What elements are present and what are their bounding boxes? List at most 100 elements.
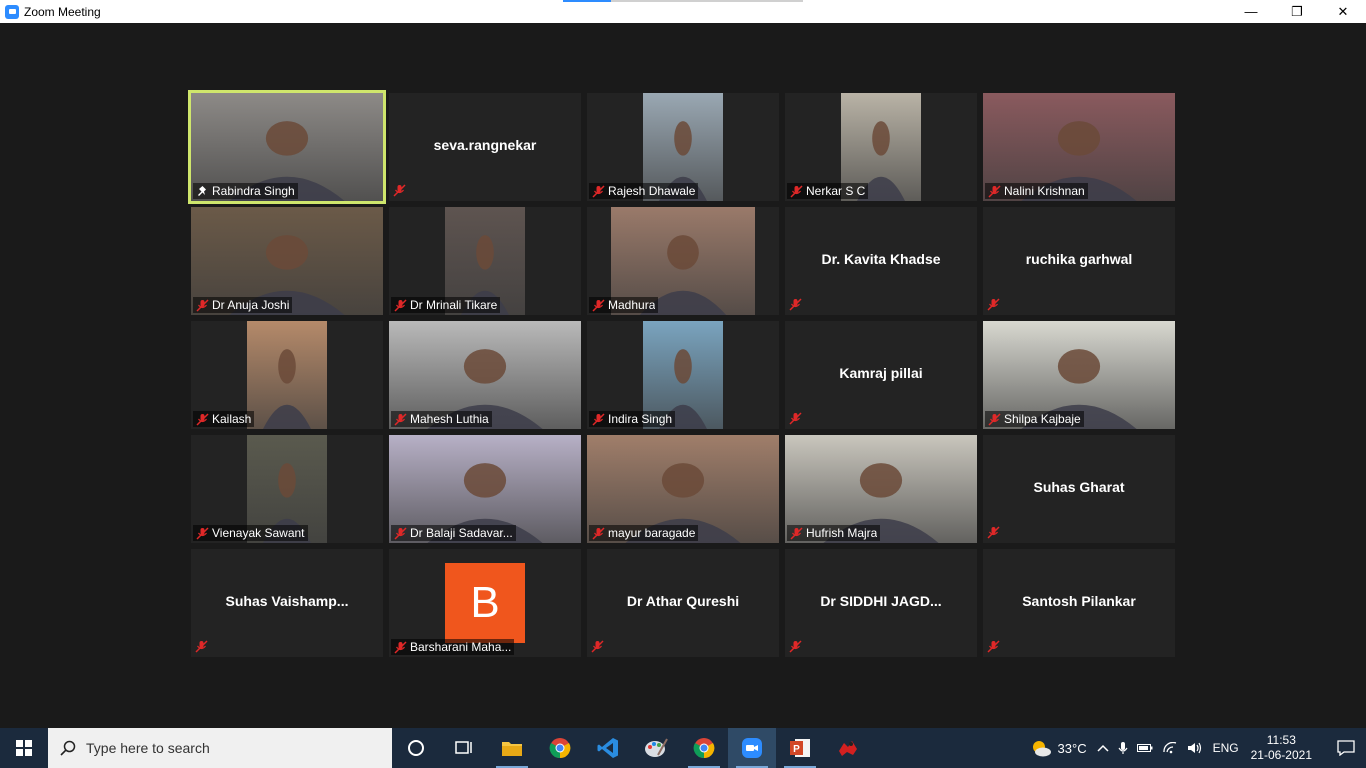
participant-name: Hufrish Majra xyxy=(806,526,878,540)
participant-tile[interactable]: Dr Anuja Joshi xyxy=(191,207,383,315)
participant-tile[interactable]: Nalini Krishnan xyxy=(983,93,1175,201)
participant-name-bar: Barsharani Maha... xyxy=(391,639,515,655)
zoom-icon xyxy=(742,738,762,758)
participant-tile[interactable]: Madhura xyxy=(587,207,779,315)
clock-time: 11:53 xyxy=(1266,733,1296,747)
taskbar-chrome[interactable] xyxy=(536,728,584,768)
paint-icon xyxy=(645,738,668,757)
participant-name-bar: Hufrish Majra xyxy=(787,525,881,541)
start-button[interactable] xyxy=(0,728,48,768)
participant-name-bar: Dr Anuja Joshi xyxy=(193,297,293,313)
participant-tile[interactable]: Kamraj pillai xyxy=(785,321,977,429)
taskbar-zoom[interactable] xyxy=(728,728,776,768)
participant-name-bar: Dr Balaji Sadavar... xyxy=(391,525,516,541)
participant-tile[interactable]: mayur baragade xyxy=(587,435,779,543)
participant-tile[interactable]: Indira Singh xyxy=(587,321,779,429)
muted-mic-icon xyxy=(591,640,604,653)
wifi-icon[interactable] xyxy=(1162,742,1178,754)
participant-name: Barsharani Maha... xyxy=(410,640,512,654)
participant-tile[interactable]: B Barsharani Maha... xyxy=(389,549,581,657)
battery-icon[interactable] xyxy=(1136,743,1153,753)
participant-tile[interactable]: Nerkar S C xyxy=(785,93,977,201)
participant-name: Dr Athar Qureshi xyxy=(626,593,740,609)
task-view-button[interactable] xyxy=(440,728,488,768)
clock[interactable]: 11:53 21-06-2021 xyxy=(1251,733,1312,763)
input-language[interactable]: ENG xyxy=(1213,741,1239,755)
notification-icon xyxy=(1337,740,1355,756)
participant-name: Madhura xyxy=(608,298,656,312)
participant-tile[interactable]: Rajesh Dhawale xyxy=(587,93,779,201)
volume-icon[interactable] xyxy=(1187,742,1203,754)
participant-name: Dr SIDDHI JAGD... xyxy=(820,593,942,609)
participant-name: Dr. Kavita Khadse xyxy=(821,251,941,267)
muted-mic-icon xyxy=(592,526,605,540)
taskbar-file-explorer[interactable] xyxy=(488,728,536,768)
participant-name: Suhas Vaishamp... xyxy=(225,593,349,609)
participant-tile[interactable]: Kailash xyxy=(191,321,383,429)
microphone-icon[interactable] xyxy=(1118,741,1128,755)
participant-tile[interactable]: Suhas Gharat xyxy=(983,435,1175,543)
taskbar-app[interactable] xyxy=(824,728,872,768)
taskbar-search-box[interactable]: Type here to search xyxy=(48,728,392,768)
participant-tile[interactable]: Dr. Kavita Khadse xyxy=(785,207,977,315)
muted-mic-icon xyxy=(789,640,802,653)
participant-tile[interactable]: Mahesh Luthia xyxy=(389,321,581,429)
minimize-button[interactable]: — xyxy=(1228,0,1274,23)
cortana-button[interactable] xyxy=(392,728,440,768)
participant-tile[interactable]: Vienayak Sawant xyxy=(191,435,383,543)
system-icons xyxy=(1097,741,1203,755)
search-placeholder: Type here to search xyxy=(86,740,210,756)
participant-tile[interactable]: Dr SIDDHI JAGD... xyxy=(785,549,977,657)
participant-name: mayur baragade xyxy=(608,526,696,540)
window-title: Zoom Meeting xyxy=(24,4,101,19)
participant-tile[interactable]: Suhas Vaishamp... xyxy=(191,549,383,657)
participant-name-bar: Mahesh Luthia xyxy=(391,411,492,427)
weather-widget[interactable]: 33°C xyxy=(1030,738,1087,758)
participant-tile[interactable]: Dr Athar Qureshi xyxy=(587,549,779,657)
participant-name: Kailash xyxy=(212,412,252,426)
participant-name-bar: Madhura xyxy=(589,297,659,313)
chrome-icon xyxy=(693,738,715,759)
participant-name-bar: Indira Singh xyxy=(589,411,676,427)
muted-mic-icon xyxy=(393,184,406,197)
chrome-icon xyxy=(549,738,571,759)
chevron-up-icon[interactable] xyxy=(1097,743,1109,753)
restore-button[interactable]: ❐ xyxy=(1274,0,1320,23)
participant-tile[interactable]: Dr Balaji Sadavar... xyxy=(389,435,581,543)
participant-name: Nalini Krishnan xyxy=(1004,184,1085,198)
muted-mic-icon xyxy=(394,298,407,312)
muted-mic-icon xyxy=(196,526,209,540)
participant-tile[interactable]: ruchika garhwal xyxy=(983,207,1175,315)
participant-name-bar: Rabindra Singh xyxy=(193,183,298,199)
participant-name: Vienayak Sawant xyxy=(212,526,305,540)
participant-tile[interactable]: Rabindra Singh xyxy=(188,90,386,204)
participant-tile[interactable]: Dr Mrinali Tikare xyxy=(389,207,581,315)
taskbar-powerpoint[interactable]: P xyxy=(776,728,824,768)
taskbar-vscode[interactable] xyxy=(584,728,632,768)
participant-name-bar: Dr Mrinali Tikare xyxy=(391,297,501,313)
participant-name: Dr Balaji Sadavar... xyxy=(410,526,513,540)
participant-tile[interactable]: Shilpa Kajbaje xyxy=(983,321,1175,429)
temperature: 33°C xyxy=(1057,740,1087,756)
app-icon xyxy=(839,741,857,756)
participant-tile[interactable]: Hufrish Majra xyxy=(785,435,977,543)
muted-mic-icon xyxy=(987,298,1000,311)
vscode-icon xyxy=(597,738,618,758)
clock-date: 21-06-2021 xyxy=(1250,748,1312,762)
muted-mic-icon xyxy=(988,412,1001,426)
muted-mic-icon xyxy=(988,184,1001,198)
notifications-button[interactable] xyxy=(1326,728,1366,768)
participant-name: Indira Singh xyxy=(608,412,673,426)
participant-name-bar: mayur baragade xyxy=(589,525,699,541)
muted-mic-icon xyxy=(790,184,803,198)
taskbar-paint[interactable] xyxy=(632,728,680,768)
taskbar-chrome-2[interactable] xyxy=(680,728,728,768)
muted-mic-icon xyxy=(987,640,1000,653)
participant-name: Mahesh Luthia xyxy=(410,412,489,426)
participant-video xyxy=(247,321,327,429)
close-button[interactable]: ✕ xyxy=(1320,0,1366,23)
participant-tile[interactable]: Santosh Pilankar xyxy=(983,549,1175,657)
task-view-icon xyxy=(455,741,472,754)
participant-tile[interactable]: seva.rangnekar xyxy=(389,93,581,201)
participant-avatar: B xyxy=(445,563,525,643)
